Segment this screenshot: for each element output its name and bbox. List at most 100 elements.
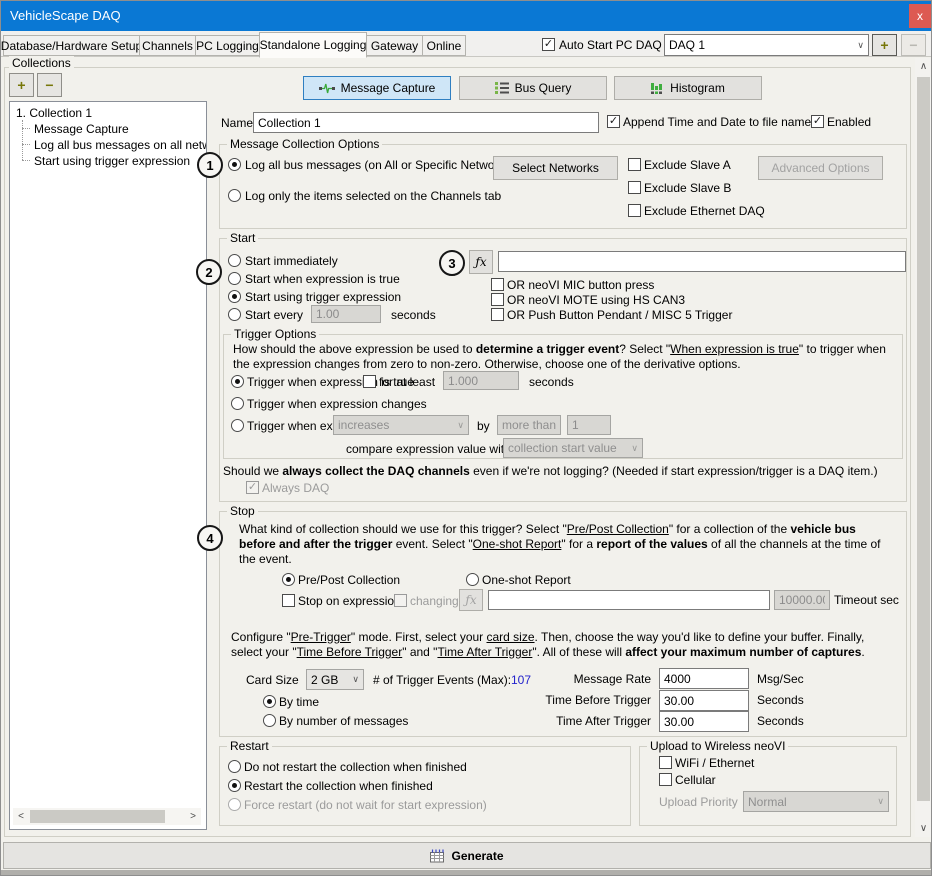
more-than-select[interactable]: more than ∨ [497,415,561,435]
tab-pc-logging[interactable]: PC Logging [195,35,260,56]
one-shot-report-radio[interactable] [466,573,479,586]
or-neovi-mote-checkbox[interactable] [491,293,504,306]
log-all-bus-messages-label: Log all bus messages (on All or Specific… [245,158,514,172]
start-every-radio[interactable] [228,308,241,321]
append-time-date-label: Append Time and Date to file name [623,115,811,129]
trigger-when-expression-radio[interactable] [231,419,244,432]
scroll-left-icon[interactable]: < [14,808,28,825]
trigger-events-max-label: # of Trigger Events (Max): [373,673,511,687]
remove-daq-button[interactable]: − [901,34,926,56]
tab-database-hardware-setup[interactable]: Database/Hardware Setup [3,35,140,56]
card-size-select[interactable]: 2 GB ∨ [306,669,364,690]
always-daq-checkbox[interactable]: ✓ [246,481,259,494]
fx-icon: ƒx [475,255,486,269]
chevron-down-icon: ∨ [631,443,638,454]
by-amount-input[interactable] [567,415,611,435]
histogram-button[interactable]: Histogram [614,76,762,100]
exclude-ethernet-daq-checkbox[interactable] [628,204,641,217]
do-not-restart-radio[interactable] [228,760,241,773]
timeout-label: Timeout sec [834,593,899,607]
by-number-of-messages-radio[interactable] [263,714,276,727]
wifi-ethernet-checkbox[interactable] [659,756,672,769]
always-daq-label: Always DAQ [262,481,329,495]
force-restart-radio[interactable] [228,798,241,811]
annotation-circle-2: 2 [196,259,222,285]
message-collection-options-label: Message Collection Options [227,137,382,151]
or-neovi-mic-checkbox[interactable] [491,278,504,291]
start-using-trigger-radio[interactable] [228,290,241,303]
bus-query-button[interactable]: Bus Query [459,76,607,100]
message-capture-icon [319,83,335,94]
start-immediately-radio[interactable] [228,254,241,267]
log-all-bus-messages-radio[interactable] [228,158,241,171]
vehiclescape-daq-window: VehicleScape DAQ x Database/Hardware Set… [0,0,932,876]
for-at-least-checkbox[interactable] [363,375,376,388]
tab-gateway[interactable]: Gateway [366,35,423,56]
auto-start-pc-daq-label: Auto Start PC DAQ [559,38,662,52]
tab-standalone-logging[interactable]: Standalone Logging [259,32,367,58]
time-before-trigger-input[interactable] [659,690,749,711]
tab-channels[interactable]: Channels [139,35,196,56]
restart-when-finished-radio[interactable] [228,779,241,792]
tree-item-message-capture[interactable]: Message Capture [34,122,129,136]
trigger-when-true-radio[interactable] [231,375,244,388]
auto-start-pc-daq-checkbox[interactable]: ✓ [542,38,555,51]
card-size-label: Card Size [246,673,299,687]
tree-item-log-all-bus-messages[interactable]: Log all bus messages on all networks [34,138,207,152]
stop-on-expression-checkbox[interactable] [282,594,295,607]
force-restart-label: Force restart (do not wait for start exp… [244,798,487,812]
plus-icon: + [17,77,25,93]
add-daq-button[interactable]: + [872,34,897,56]
scroll-right-icon[interactable]: > [186,808,200,825]
tab-online[interactable]: Online [422,35,466,56]
daq-select[interactable]: DAQ 1 ∨ [664,34,869,56]
or-push-button-pendant-checkbox[interactable] [491,308,504,321]
compare-expression-label: compare expression value with [346,442,511,456]
stop-expression-input[interactable] [488,590,770,610]
exclude-slave-a-checkbox[interactable] [628,158,641,171]
window-title: VehicleScape DAQ [10,8,121,23]
time-after-trigger-input[interactable] [659,711,749,732]
generate-button[interactable]: Generate [3,842,931,869]
tree-item-collection[interactable]: 1. Collection 1 [16,106,92,120]
start-expression-fx-button[interactable]: ƒx [469,250,493,274]
cellular-checkbox[interactable] [659,773,672,786]
by-number-of-messages-label: By number of messages [279,714,408,728]
msg-sec-unit: Msg/Sec [757,672,804,686]
scroll-down-icon[interactable]: ∨ [915,820,932,837]
start-when-expression-radio[interactable] [228,272,241,285]
upload-priority-select[interactable]: Normal ∨ [743,791,889,812]
select-networks-button[interactable]: Select Networks [493,156,618,180]
add-collection-button[interactable]: + [9,73,34,97]
message-rate-input[interactable] [659,668,749,689]
start-using-trigger-label: Start using trigger expression [245,290,401,304]
by-time-radio[interactable] [263,695,276,708]
by-label: by [477,419,490,433]
exclude-slave-b-checkbox[interactable] [628,181,641,194]
start-every-seconds-input[interactable] [311,305,381,323]
advanced-options-button[interactable]: Advanced Options [758,156,883,180]
stop-expression-fx-button[interactable]: ƒx [459,589,483,611]
tree-item-start-using-trigger[interactable]: Start using trigger expression [34,154,190,168]
changing-checkbox[interactable] [394,594,407,607]
compare-value-select[interactable]: collection start value ∨ [503,438,643,458]
by-time-label: By time [279,695,319,709]
tree-hscrollbar-thumb[interactable] [30,810,165,823]
or-neovi-mic-label: OR neoVI MIC button press [507,278,654,292]
collection-name-input[interactable] [253,112,599,133]
append-time-date-checkbox[interactable]: ✓ [607,115,620,128]
expression-change-select[interactable]: increases ∨ [333,415,469,435]
enabled-checkbox[interactable]: ✓ [811,115,824,128]
timeout-input[interactable] [774,590,830,610]
trigger-when-changes-radio[interactable] [231,397,244,410]
remove-collection-button[interactable]: − [37,73,62,97]
main-vscrollbar-thumb[interactable] [917,77,930,801]
pre-post-collection-radio[interactable] [282,573,295,586]
scroll-up-icon[interactable]: ∧ [915,58,932,75]
start-expression-input[interactable] [498,251,906,272]
message-capture-button[interactable]: Message Capture [303,76,451,100]
histogram-icon [651,82,664,94]
for-at-least-seconds-input[interactable] [443,371,519,390]
log-only-channels-radio[interactable] [228,189,241,202]
close-button[interactable]: x [909,4,931,28]
